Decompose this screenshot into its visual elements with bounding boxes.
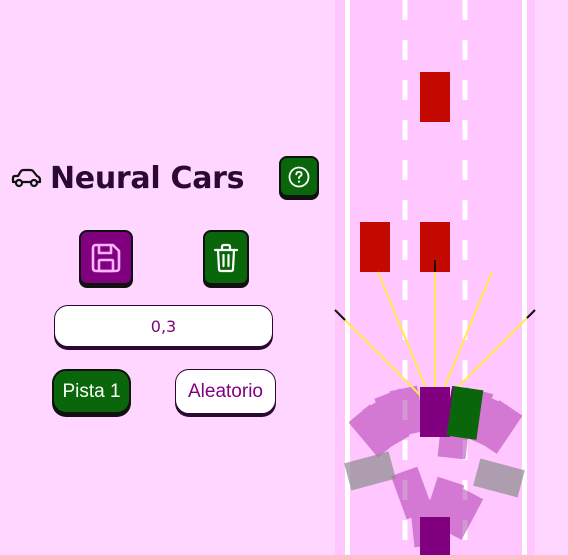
simulation-canvas	[334, 0, 536, 555]
best-car	[420, 387, 450, 437]
traffic-car	[420, 72, 450, 122]
player-car	[420, 517, 450, 555]
traffic-car	[360, 222, 390, 272]
